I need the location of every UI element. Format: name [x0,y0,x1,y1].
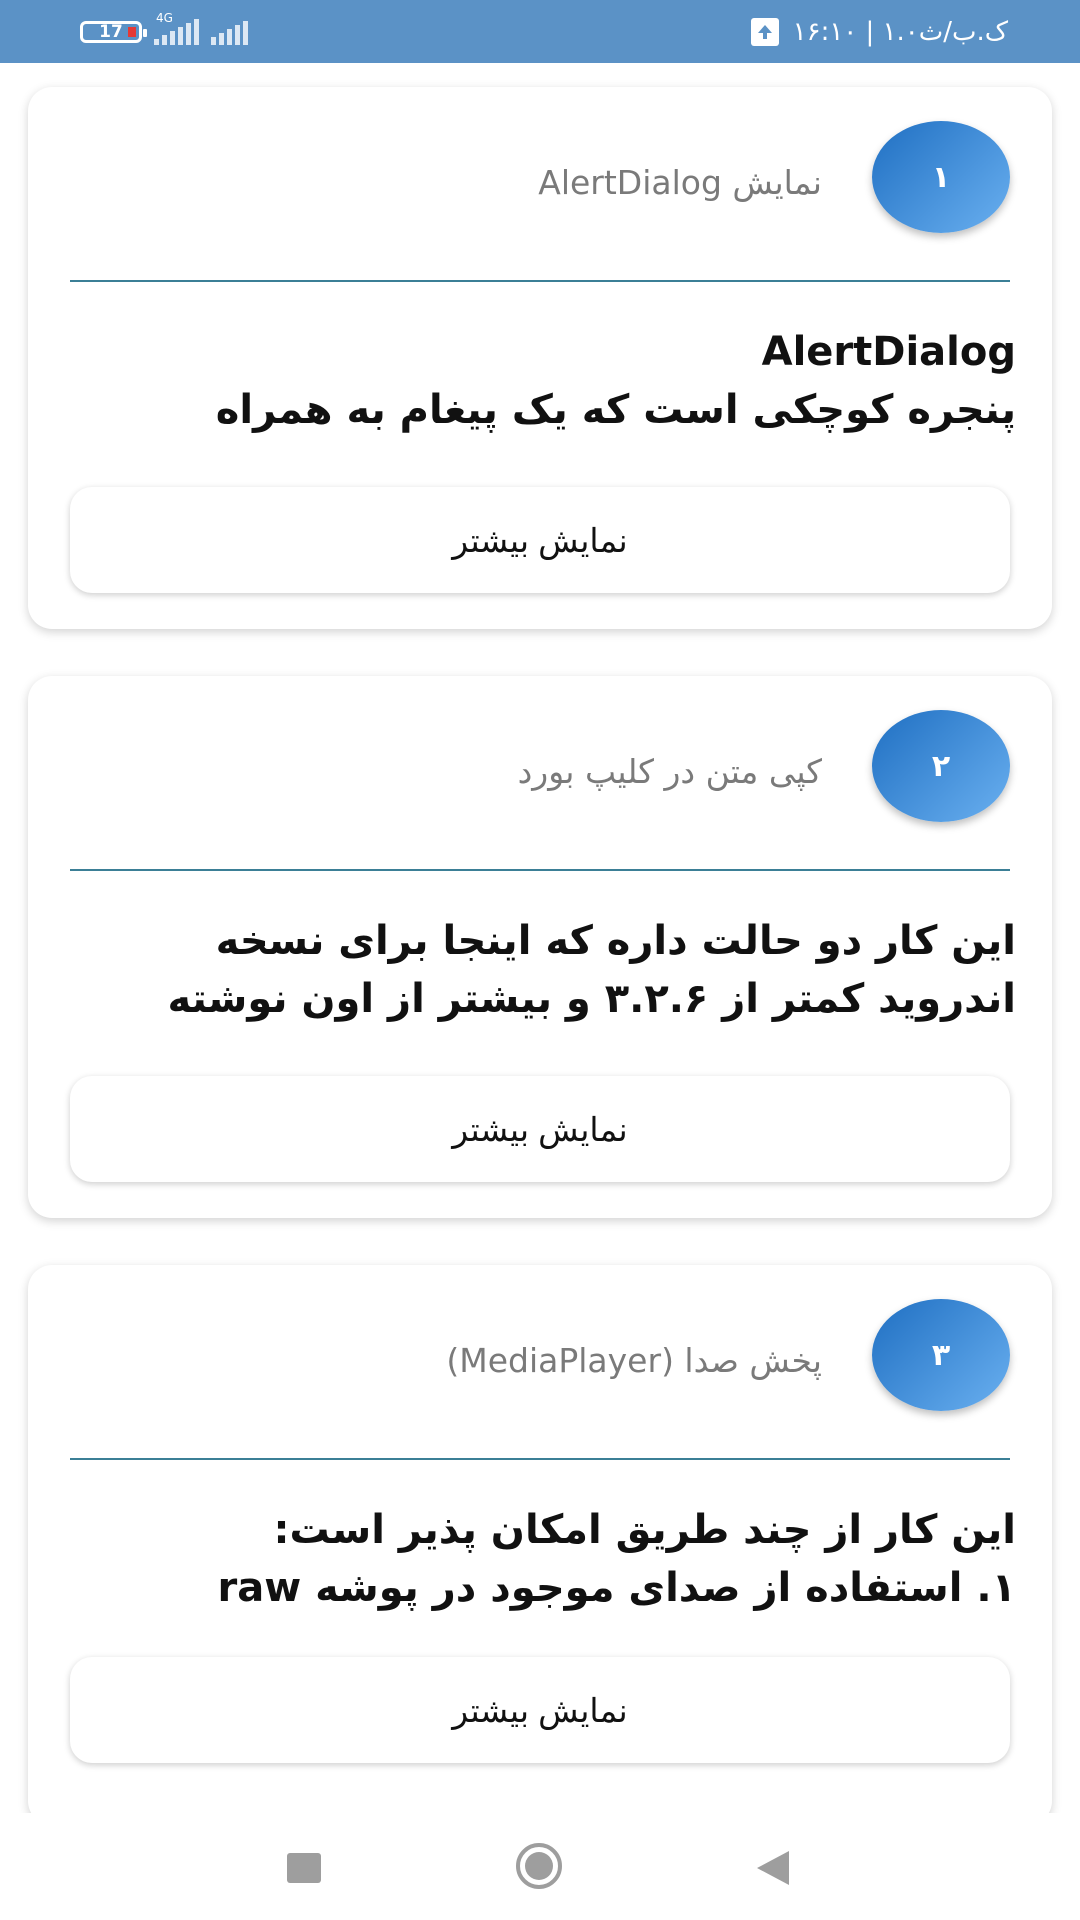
show-more-button[interactable]: نمایش بیشتر [70,487,1010,593]
recents-square-icon[interactable] [287,1853,321,1883]
card-3: ۳ پخش صدا (MediaPlayer) این کار از چند ط… [28,1265,1052,1813]
status-left: 17 4G [80,0,248,63]
show-more-button[interactable]: نمایش بیشتر [70,1076,1010,1182]
signal-icon [211,19,248,45]
status-time: ۱۶:۱۰ | ۱.ک.ب/ث۰ [792,16,1008,47]
card-1: ۱ نمایش AlertDialog AlertDialog پنجره کو… [28,87,1052,629]
card-divider [70,869,1010,871]
card-body: AlertDialog پنجره کوچکی است که یک پیغام … [215,329,1016,433]
battery-level: 17 [99,21,123,42]
card-number-badge: ۲ [872,710,1010,822]
card-list[interactable]: ۱ نمایش AlertDialog AlertDialog پنجره کو… [0,63,1080,1813]
navigation-bar [0,1813,1080,1920]
network-type: 4G [156,10,173,25]
signal-4g-icon: 4G [154,11,199,45]
card-body: این کار از چند طریق امکان پذیر است: ۱. ا… [217,1507,1016,1611]
card-number-badge: ۳ [872,1299,1010,1411]
card-title: پخش صدا (MediaPlayer) [446,1341,822,1380]
card-title: کپی متن در کلیپ بورد [517,752,822,791]
card-title: نمایش AlertDialog [538,163,822,202]
back-triangle-icon[interactable] [757,1851,789,1885]
card-divider [70,1458,1010,1460]
status-right: ۱۶:۱۰ | ۱.ک.ب/ث۰ [750,0,1008,63]
card-body: این کار دو حالت داره که اینجا برای نسخه … [167,918,1016,1022]
card-number-badge: ۱ [872,121,1010,233]
battery-icon: 17 [80,20,147,43]
card-divider [70,280,1010,282]
status-bar: 17 4G ۱۶:۱۰ | ۱.ک.ب/ث۰ [0,0,1080,63]
show-more-button[interactable]: نمایش بیشتر [70,1657,1010,1763]
upload-icon [750,17,779,46]
card-2: ۲ کپی متن در کلیپ بورد این کار دو حالت د… [28,676,1052,1218]
home-circle-icon[interactable] [516,1843,562,1889]
